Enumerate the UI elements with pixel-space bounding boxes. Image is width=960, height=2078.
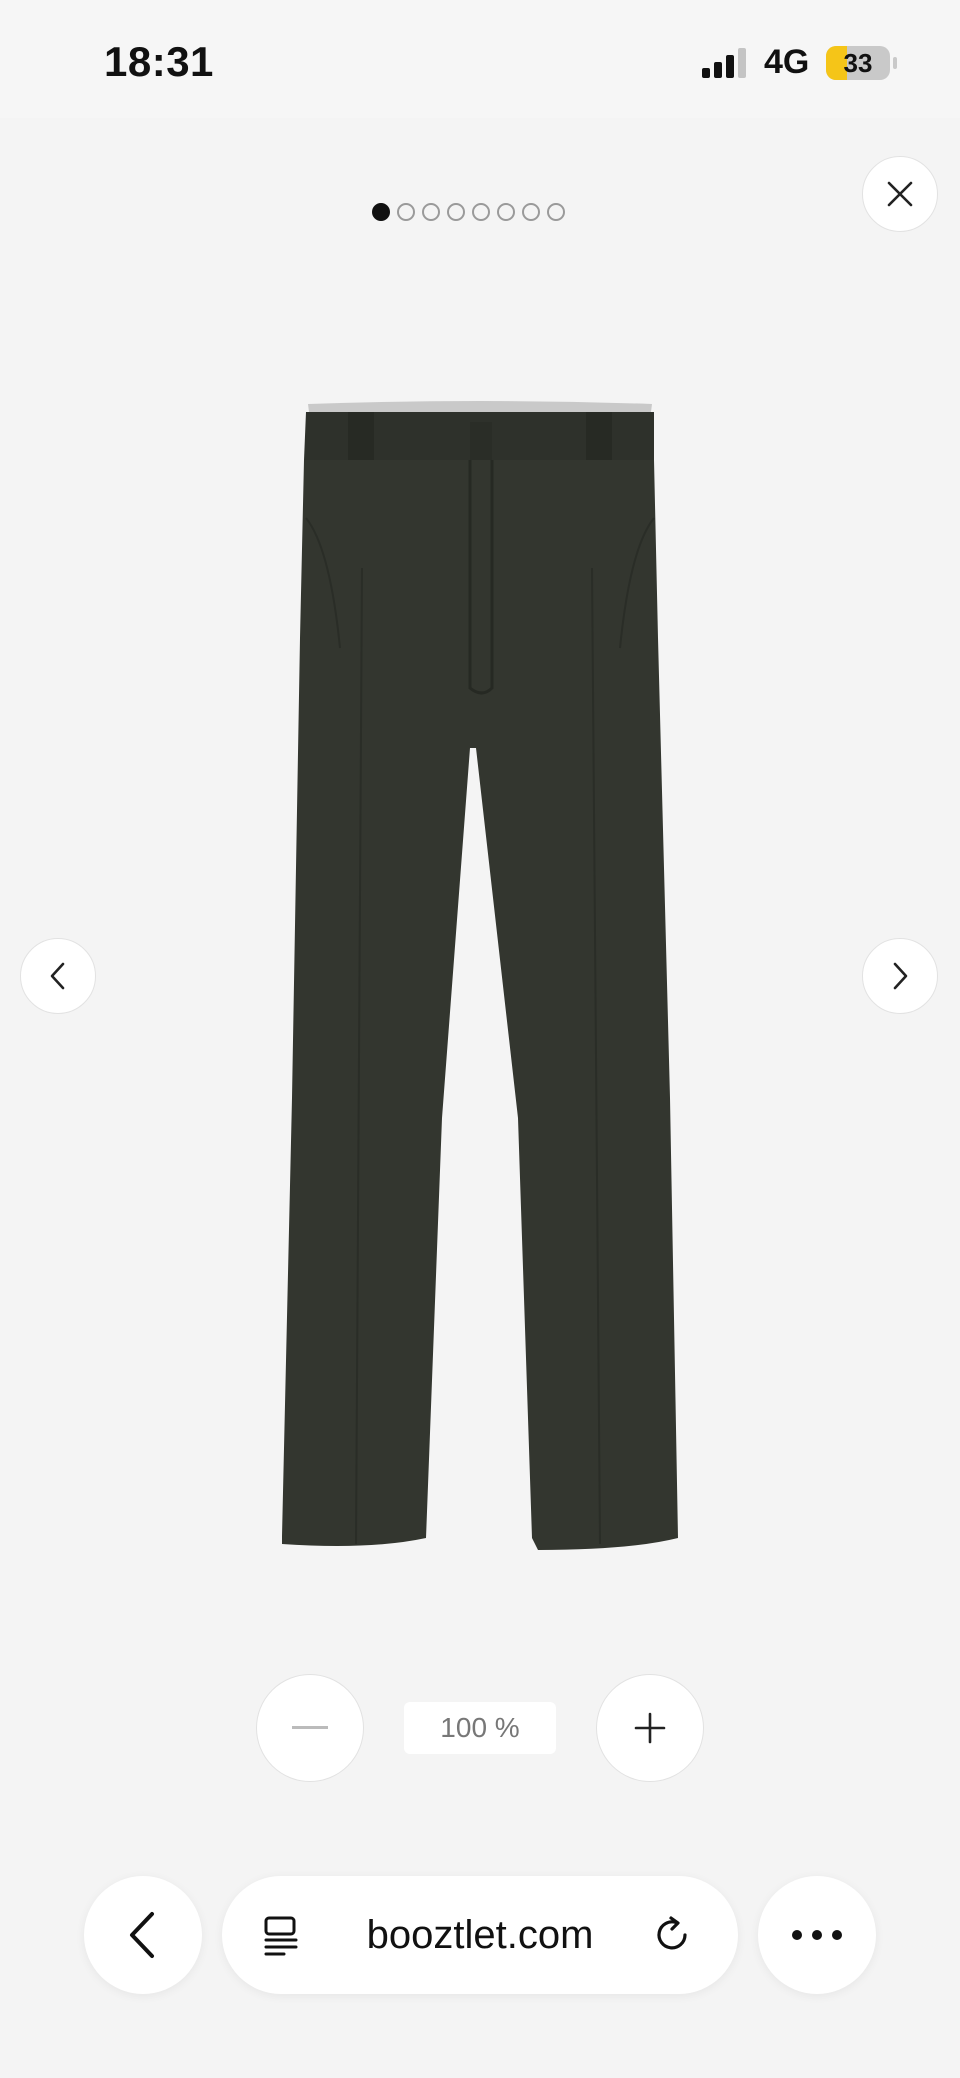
browser-toolbar: booztlet.com <box>0 1860 960 2078</box>
zoom-level: 100 % <box>404 1702 556 1754</box>
chevron-right-icon <box>893 962 908 990</box>
previous-image-button[interactable] <box>20 938 96 1014</box>
gallery-pagination[interactable] <box>372 203 565 221</box>
status-time: 18:31 <box>104 38 214 85</box>
more-icon <box>792 1930 842 1940</box>
plus-icon <box>634 1712 666 1744</box>
gallery-dot[interactable] <box>397 203 415 221</box>
chevron-left-icon <box>50 962 65 990</box>
back-button[interactable] <box>84 1876 202 1994</box>
battery-indicator: 33 <box>826 46 890 80</box>
battery-percentage: 33 <box>843 48 873 78</box>
gallery-dot[interactable] <box>472 203 490 221</box>
next-image-button[interactable] <box>862 938 938 1014</box>
battery-tip <box>893 57 897 69</box>
signal-icon <box>702 48 746 78</box>
gallery-dot[interactable] <box>372 203 390 221</box>
gallery-dot[interactable] <box>422 203 440 221</box>
back-arrow-icon <box>130 1912 154 1958</box>
minus-icon <box>292 1726 328 1729</box>
gallery-dot[interactable] <box>547 203 565 221</box>
address-bar[interactable]: booztlet.com <box>222 1876 738 1994</box>
network-label: 4G <box>764 43 810 81</box>
gallery-dot[interactable] <box>447 203 465 221</box>
zoom-out-button[interactable] <box>256 1674 364 1782</box>
status-bar: 18:31 4G 33 <box>0 0 960 118</box>
zoom-in-button[interactable] <box>596 1674 704 1782</box>
more-button[interactable] <box>758 1876 876 1994</box>
close-button[interactable] <box>862 156 938 232</box>
close-icon <box>887 181 913 207</box>
gallery-dot[interactable] <box>497 203 515 221</box>
product-image[interactable] <box>270 398 690 1556</box>
reload-icon[interactable] <box>652 1914 694 1956</box>
gallery-dot[interactable] <box>522 203 540 221</box>
